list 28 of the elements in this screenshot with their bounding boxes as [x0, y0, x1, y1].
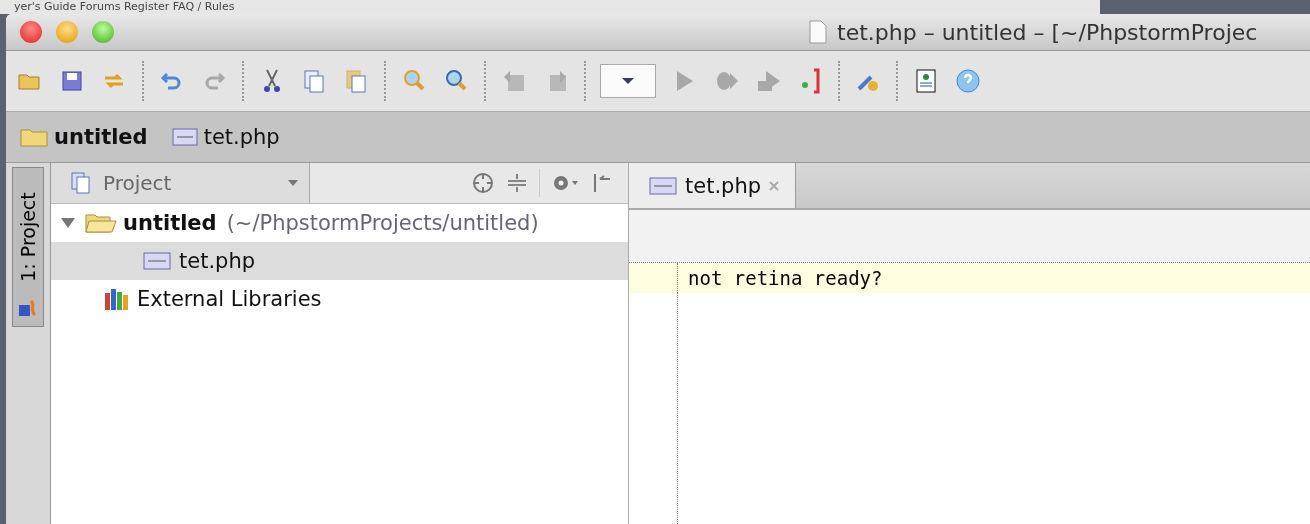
books-icon — [103, 287, 131, 311]
zoom-icon[interactable] — [92, 21, 114, 43]
run-config-dropdown[interactable] — [600, 64, 656, 98]
folder-icon — [20, 127, 48, 147]
documents-icon — [69, 171, 93, 195]
close-icon[interactable] — [20, 21, 42, 43]
document-icon — [809, 20, 827, 44]
minimize-icon[interactable] — [56, 21, 78, 43]
php-file-icon — [143, 250, 173, 272]
tree-item[interactable]: tet.php — [51, 242, 628, 280]
side-tab[interactable]: 1: Project — [12, 167, 44, 327]
caret-icon — [287, 179, 299, 187]
crosshair-icon[interactable] — [471, 171, 495, 195]
php-file-icon — [649, 174, 679, 197]
window-title: tet.php – untitled – [~/PhpstormProjec — [837, 19, 1258, 45]
collapse-icon[interactable] — [505, 171, 529, 195]
breadcrumb[interactable]: untitled — [20, 125, 148, 149]
backdrop-text: yer's Guide Forums Register FAQ / Rules — [14, 0, 235, 13]
view-dropdown[interactable]: Project — [51, 163, 310, 203]
editor-tab[interactable]: tet.php — [629, 163, 797, 208]
tree-item[interactable]: External Libraries — [51, 280, 628, 318]
tree-item[interactable]: untitled (~/PhpstormProjects/untitled) — [51, 204, 628, 242]
help-icon[interactable] — [954, 67, 982, 95]
breadcrumb[interactable]: tet.php — [171, 125, 280, 149]
php-file-icon — [171, 127, 198, 147]
folder-icon — [85, 212, 117, 234]
caret-icon — [621, 77, 635, 85]
close-icon[interactable] — [767, 178, 782, 193]
